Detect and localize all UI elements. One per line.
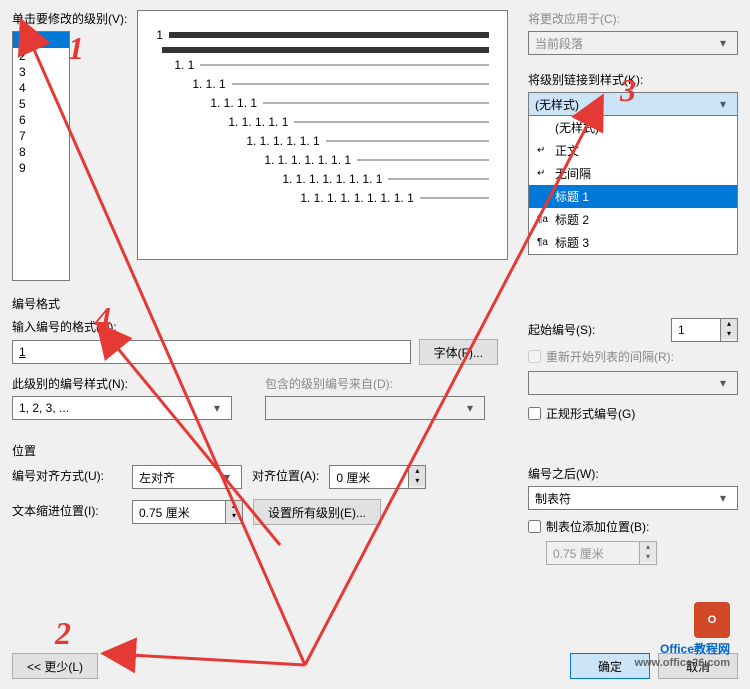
follownum-value: 制表符 — [535, 490, 571, 507]
chevron-down-icon[interactable]: ▾ — [209, 401, 225, 415]
numstyle-label: 此级别的编号样式(N): — [12, 375, 245, 392]
formal-checkbox-row[interactable]: 正规形式编号(G) — [528, 405, 738, 422]
startat-input[interactable] — [671, 318, 721, 342]
numformat-input[interactable] — [12, 340, 411, 364]
preview-line — [156, 47, 489, 53]
level-item[interactable]: 6 — [13, 112, 69, 128]
spin-down-icon: ▾ — [640, 552, 656, 562]
startat-label: 起始编号(S): — [528, 321, 663, 338]
restart-combo: ▾ — [528, 371, 738, 395]
alignat-input[interactable] — [329, 465, 409, 489]
link-style-value: (无样式) — [535, 96, 579, 113]
numformat-input-label: 输入编号的格式(O): — [12, 318, 498, 335]
preview-line: 1 — [156, 28, 489, 42]
formal-checkbox[interactable] — [528, 407, 541, 420]
watermark-text: Office教程网 — [660, 640, 730, 657]
preview-line: 1. 1. 1. 1. 1. 1. 1 — [264, 153, 489, 167]
indent-label: 文本缩进位置(I): — [12, 502, 122, 519]
link-style-option[interactable]: ↵无间隔 — [529, 162, 737, 185]
spin-down-icon[interactable]: ▾ — [409, 476, 425, 486]
link-style-dropdown[interactable]: (无样式)↵正文↵无间隔标题 1¶a标题 2¶a标题 3 — [528, 115, 738, 255]
alignat-spinner[interactable]: ▴▾ — [329, 465, 426, 489]
align-label: 编号对齐方式(U): — [12, 467, 122, 484]
restart-checkbox — [528, 350, 541, 363]
link-style-option[interactable]: ¶a标题 2 — [529, 208, 737, 231]
align-value: 左对齐 — [139, 469, 175, 486]
link-style-label: 将级别链接到样式(K): — [528, 71, 738, 88]
align-combo[interactable]: 左对齐 ▾ — [132, 465, 242, 489]
numstyle-value: 1, 2, 3, ... — [19, 401, 69, 415]
level-item[interactable]: 3 — [13, 64, 69, 80]
link-style-combo[interactable]: (无样式) ▾ — [528, 92, 738, 116]
preview-line: 1. 1. 1. 1. 1 — [228, 115, 489, 129]
preview-line: 1. 1. 1. 1. 1. 1 — [246, 134, 489, 148]
office-logo-icon: O — [694, 602, 730, 638]
apply-to-combo: 当前段落 ▾ — [528, 31, 738, 55]
numformat-section-title: 编号格式 — [12, 295, 738, 312]
tabstop-checkbox[interactable] — [528, 520, 541, 533]
preview-line: 1. 1 — [174, 58, 489, 72]
font-button[interactable]: 字体(F)... — [419, 339, 498, 365]
chevron-down-icon: ▾ — [715, 376, 731, 390]
level-item[interactable]: 4 — [13, 80, 69, 96]
chevron-down-icon[interactable]: ▾ — [715, 97, 731, 111]
formal-check-label: 正规形式编号(G) — [546, 405, 635, 422]
spin-down-icon[interactable]: ▾ — [226, 511, 242, 521]
apply-to-label: 将更改应用于(C): — [528, 10, 738, 27]
follownum-combo[interactable]: 制表符 ▾ — [528, 486, 738, 510]
preview-line: 1. 1. 1. 1. 1. 1. 1. 1 — [282, 172, 489, 186]
follownum-label: 编号之后(W): — [528, 465, 738, 482]
spin-up-icon: ▴ — [640, 542, 656, 552]
tabstop-spinner: ▴▾ — [546, 541, 738, 565]
startat-spinner[interactable]: ▴▾ — [671, 318, 738, 342]
tabstop-input — [546, 541, 640, 565]
tabstop-checkbox-row[interactable]: 制表位添加位置(B): — [528, 518, 738, 535]
numstyle-combo[interactable]: 1, 2, 3, ... ▾ — [12, 396, 232, 420]
tabstop-check-label: 制表位添加位置(B): — [546, 518, 649, 535]
link-style-option[interactable]: ↵正文 — [529, 139, 737, 162]
restart-checkbox-row: 重新开始列表的间隔(R): — [528, 348, 738, 365]
include-combo: ▾ — [265, 396, 485, 420]
less-button[interactable]: << 更少(L) — [12, 653, 98, 679]
level-item[interactable]: 9 — [13, 160, 69, 176]
chevron-down-icon: ▾ — [462, 401, 478, 415]
preview-pane: 1 1. 1 1. 1. 1 1. 1. 1. 1 1. 1. 1. 1. 1 1. 1.… — [137, 10, 508, 260]
restart-check-label: 重新开始列表的间隔(R): — [546, 348, 674, 365]
include-label: 包含的级别编号来自(D): — [265, 375, 498, 392]
spin-up-icon[interactable]: ▴ — [409, 466, 425, 476]
set-all-levels-button[interactable]: 设置所有级别(E)... — [253, 499, 381, 525]
preview-line: 1. 1. 1. 1 — [210, 96, 489, 110]
level-item[interactable]: 7 — [13, 128, 69, 144]
chevron-down-icon[interactable]: ▾ — [715, 491, 731, 505]
position-section-title: 位置 — [12, 442, 738, 459]
preview-line: 1. 1. 1. 1. 1. 1. 1. 1. 1 — [300, 191, 489, 205]
link-style-option[interactable]: ¶a标题 3 — [529, 231, 737, 254]
spin-up-icon[interactable]: ▴ — [721, 319, 737, 329]
level-item[interactable]: 8 — [13, 144, 69, 160]
level-item[interactable]: 1 — [13, 32, 69, 48]
level-item[interactable]: 5 — [13, 96, 69, 112]
chevron-down-icon: ▾ — [715, 36, 731, 50]
level-listbox[interactable]: 123456789 — [12, 31, 70, 281]
watermark: O Office教程网 www.office26.com — [634, 602, 730, 669]
level-list-label: 单击要修改的级别(V): — [12, 10, 127, 27]
indent-input[interactable] — [132, 500, 226, 524]
indent-spinner[interactable]: ▴▾ — [132, 500, 243, 524]
link-style-option[interactable]: 标题 1 — [529, 185, 737, 208]
alignat-label: 对齐位置(A): — [252, 467, 319, 484]
preview-line: 1. 1. 1 — [192, 77, 489, 91]
multilevel-list-dialog: 单击要修改的级别(V): 123456789 11. 11. 1. 11. 1.… — [0, 0, 750, 689]
chevron-down-icon[interactable]: ▾ — [219, 470, 235, 484]
link-style-option[interactable]: (无样式) — [529, 116, 737, 139]
level-item[interactable]: 2 — [13, 48, 69, 64]
spin-up-icon[interactable]: ▴ — [226, 501, 242, 511]
apply-to-value: 当前段落 — [535, 35, 583, 52]
spin-down-icon[interactable]: ▾ — [721, 329, 737, 339]
watermark-url: www.office26.com — [634, 657, 730, 669]
